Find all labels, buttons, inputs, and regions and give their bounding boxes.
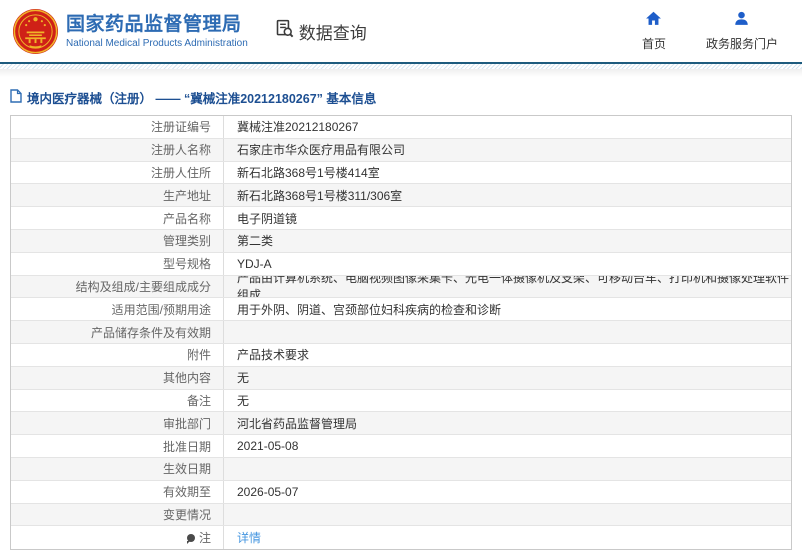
row-value: 无	[237, 371, 250, 386]
row-value: 详情	[224, 526, 791, 549]
row-label-text: 批准日期	[162, 439, 211, 454]
row-label: 结构及组成/主要组成成分	[11, 275, 224, 298]
row-value: 电子阴道镜	[237, 211, 298, 226]
document-icon	[10, 88, 22, 106]
row-label-text: 适用范围/预期用途	[111, 302, 211, 317]
row-label-text: 注册人名称	[150, 143, 211, 158]
row-value: YDJ-A	[237, 256, 272, 271]
header-divider-fade	[0, 69, 802, 77]
header-divider-band	[0, 62, 802, 69]
table-row: 有效期至 2026-05-07	[11, 480, 791, 504]
table-row: 注 详情	[11, 526, 791, 550]
row-label: 生效日期	[11, 457, 224, 480]
row-label: 审批部门	[11, 412, 224, 435]
table-row: 附件 产品技术要求	[11, 343, 791, 367]
row-label: 注册人名称	[11, 138, 224, 161]
table-row: 注册人名称 石家庄市华众医疗用品有限公司	[11, 138, 791, 162]
table-row: 适用范围/预期用途 用于外阴、阴道、宫颈部位妇科疾病的检查和诊断	[11, 298, 791, 322]
row-label-text: 其他内容	[162, 371, 211, 386]
breadcrumb: 境内医疗器械（注册） —— “冀械注准20212180267” 基本信息	[10, 87, 792, 107]
row-label: 其他内容	[11, 366, 224, 389]
table-row: 注册证编号 冀械注准20212180267	[11, 116, 791, 139]
row-label-text: 结构及组成/主要组成成分	[75, 279, 211, 294]
row-value: 河北省药品监督管理局	[237, 416, 358, 431]
table-row: 生产地址 新石北路368号1号楼311/306室	[11, 184, 791, 208]
table-row: 管理类别 第二类	[11, 229, 791, 253]
row-label: 产品名称	[11, 207, 224, 229]
doc-search-icon	[274, 18, 295, 44]
row-label-text: 备注	[186, 393, 211, 408]
table-row: 产品储存条件及有效期	[11, 321, 791, 344]
row-value: 用于外阴、阴道、宫颈部位妇科疾病的检查和诊断	[237, 302, 502, 317]
page-header: 国家药品监督管理局 National Medical Products Admi…	[0, 0, 802, 62]
home-icon	[645, 10, 662, 32]
row-value: 2026-05-07	[237, 484, 299, 499]
user-icon	[733, 10, 750, 32]
nav-gov-portal[interactable]: 政务服务门户	[706, 10, 778, 52]
row-value: 冀械注准20212180267	[237, 120, 359, 135]
table-row: 产品名称 电子阴道镜	[11, 207, 791, 230]
row-label-text: 变更情况	[162, 507, 211, 522]
row-label-text: 生产地址	[162, 188, 211, 203]
row-label-text: 型号规格	[162, 257, 211, 272]
row-label-text: 附件	[186, 348, 211, 363]
table-row: 审批部门 河北省药品监督管理局	[11, 412, 791, 436]
row-value: 石家庄市华众医疗用品有限公司	[237, 143, 406, 158]
row-label: 型号规格	[11, 252, 224, 275]
row-value: 新石北路368号1号楼414室	[237, 165, 380, 180]
row-label: 备注	[11, 389, 224, 412]
row-label-text: 注	[198, 531, 211, 546]
breadcrumb-text: 境内医疗器械（注册） —— “冀械注准20212180267” 基本信息	[27, 91, 377, 106]
nav-home-label: 首页	[641, 37, 666, 51]
row-label-text: 有效期至	[162, 485, 211, 500]
org-name-cn: 国家药品监督管理局	[66, 14, 242, 36]
nav-gov-portal-label: 政务服务门户	[705, 37, 778, 51]
table-row: 结构及组成/主要组成成分 产品由计算机系统、电脑视频图像采集卡、光电一体摄像机及支…	[11, 275, 791, 299]
row-label-text: 注册证编号	[150, 120, 211, 135]
table-row: 生效日期	[11, 457, 791, 481]
row-label-text: 审批部门	[162, 416, 211, 431]
detail-link[interactable]: 详情	[237, 529, 261, 546]
row-label-text: 生效日期	[162, 462, 211, 477]
row-value: 2021-05-08	[237, 439, 299, 454]
row-value: 产品由计算机系统、电脑视频图像采集卡、光电一体摄像机及支架、可移动台车、打印机和…	[237, 275, 790, 299]
table-row: 其他内容 无	[11, 366, 791, 390]
row-label: 附件	[11, 343, 224, 366]
row-value: 产品技术要求	[237, 348, 310, 363]
row-label-text: 产品名称	[162, 211, 211, 226]
table-row: 批准日期 2021-05-08	[11, 435, 791, 458]
row-label: 适用范围/预期用途	[11, 298, 224, 321]
data-query-label: 数据查询	[298, 23, 367, 43]
row-label: 产品储存条件及有效期	[11, 321, 224, 343]
row-label: 管理类别	[11, 229, 224, 252]
row-value: 第二类	[237, 234, 274, 249]
row-value	[224, 504, 791, 526]
note-icon	[186, 533, 195, 544]
row-label: 批准日期	[11, 435, 224, 457]
org-name-en: National Medical Products Administration	[66, 37, 248, 49]
row-value	[224, 321, 791, 343]
row-value: 无	[237, 393, 250, 408]
row-label: 注册人住所	[11, 161, 224, 184]
table-row: 注册人住所 新石北路368号1号楼414室	[11, 161, 791, 185]
row-value	[224, 458, 791, 480]
row-label-text: 注册人住所	[150, 165, 211, 180]
national-emblem-icon	[12, 8, 59, 55]
table-row: 变更情况	[11, 503, 791, 527]
row-label: 生产地址	[11, 184, 224, 207]
row-label: 注册证编号	[11, 116, 224, 138]
nav-home[interactable]: 首页	[642, 10, 666, 52]
table-row: 备注 无	[11, 389, 791, 413]
row-label-text: 管理类别	[162, 234, 211, 249]
row-label-text: 产品储存条件及有效期	[90, 325, 211, 340]
row-value: 新石北路368号1号楼311/306室	[237, 188, 403, 203]
row-label: 变更情况	[11, 503, 224, 526]
data-query-tab[interactable]: 数据查询	[274, 18, 367, 44]
info-table: 注册证编号 冀械注准20212180267 注册人名称 石家庄市华众医疗用品有限公司注…	[10, 115, 792, 551]
table-row: 型号规格 YDJ-A	[11, 252, 791, 276]
row-label: 有效期至	[11, 480, 224, 503]
row-label: 注	[11, 526, 224, 550]
org-title-block: 国家药品监督管理局 National Medical Products Admi…	[66, 13, 248, 49]
header-nav: 首页 政务服务门户	[642, 10, 778, 52]
